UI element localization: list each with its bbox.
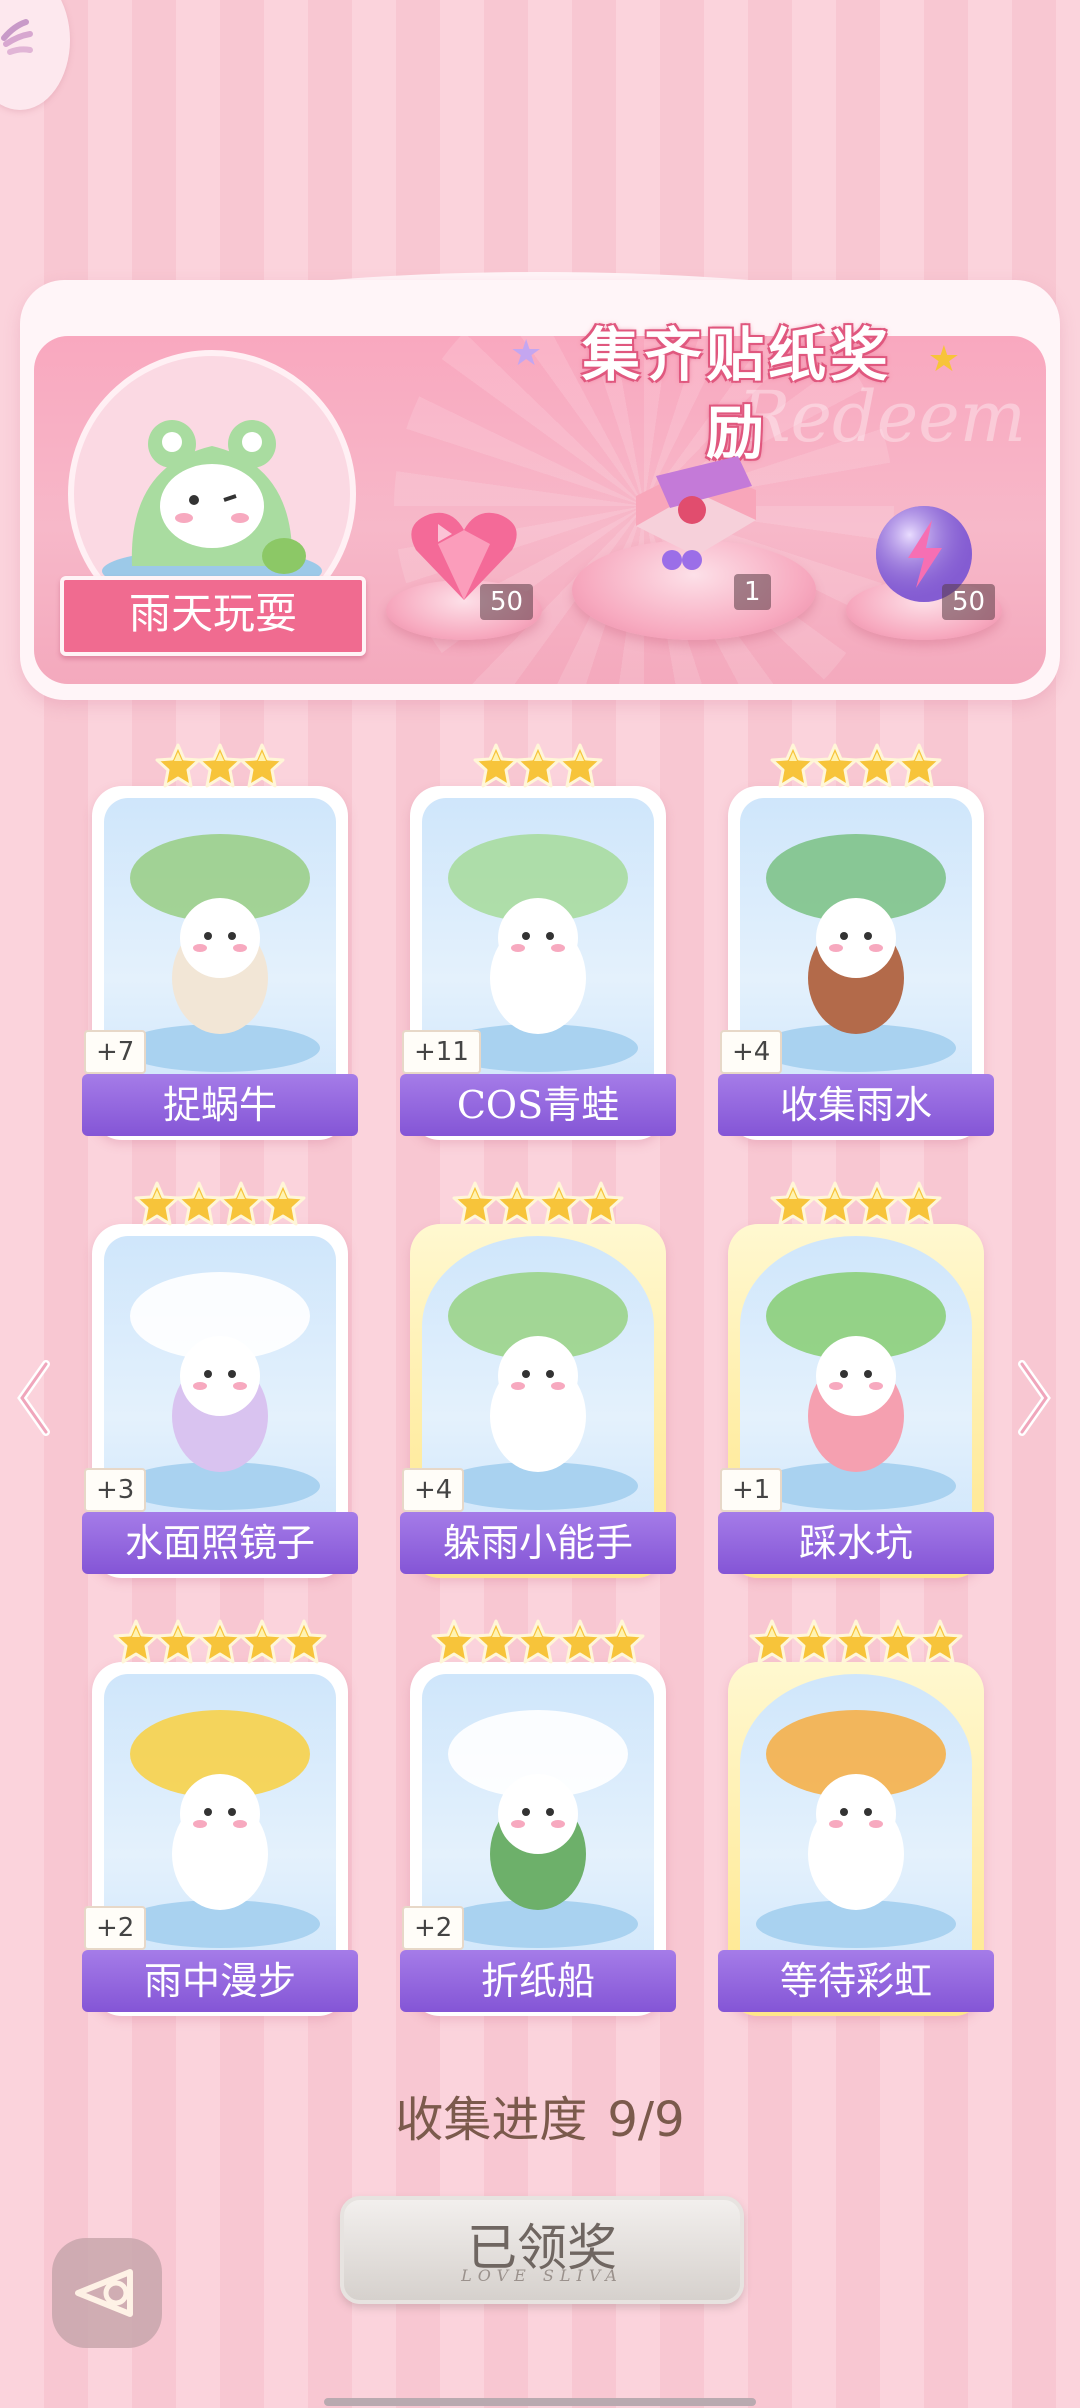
sticker-stars (728, 1180, 984, 1232)
star-icon (599, 1619, 645, 1664)
sticker-card[interactable]: +2 雨中漫步 (82, 1619, 358, 2016)
sticker-card[interactable]: +4 躲雨小能手 (400, 1181, 676, 1578)
claimed-button-subtitle: LOVE SLIVA (461, 2266, 623, 2285)
star-icon (473, 1619, 519, 1664)
star-icon (770, 1181, 816, 1226)
star-icon (494, 1181, 540, 1226)
star-icon (515, 1619, 561, 1664)
sticker-name: 水面照镜子 (82, 1512, 358, 1574)
sticker-name: 收集雨水 (718, 1074, 994, 1136)
sticker-stars (92, 1180, 348, 1232)
sticker-name: 捉蜗牛 (82, 1074, 358, 1136)
progress-value: 9/9 (607, 2092, 685, 2148)
sticker-bonus-badge: +7 (84, 1030, 147, 1074)
home-indicator (324, 2398, 756, 2406)
star-icon (896, 1181, 942, 1226)
sticker-bonus-badge: +4 (402, 1468, 465, 1512)
sticker-card[interactable]: 等待彩虹 (718, 1619, 994, 2016)
star-icon (197, 1619, 243, 1664)
album-name: 雨天玩耍 (128, 589, 297, 638)
chevron-left-icon[interactable] (14, 1358, 54, 1438)
star-icon (833, 1619, 879, 1664)
sticker-bonus-badge: +3 (84, 1468, 147, 1512)
star-icon (854, 743, 900, 788)
star-icon (452, 1181, 498, 1226)
star-icon (578, 1181, 624, 1226)
star-icon (875, 1619, 921, 1664)
sticker-card[interactable]: +11 COS青蛙 (400, 743, 676, 1140)
sticker-name: 踩水坑 (718, 1512, 994, 1574)
star-icon (155, 1619, 201, 1664)
star-icon (749, 1619, 795, 1664)
star-icon (812, 743, 858, 788)
sticker-card[interactable]: +4 收集雨水 (718, 743, 994, 1140)
reward-count: 50 (480, 584, 534, 620)
sticker-name: 等待彩虹 (718, 1950, 994, 2012)
sticker-card[interactable]: +2 折纸船 (400, 1619, 676, 2016)
star-icon (917, 1619, 963, 1664)
sticker-bonus-badge: +11 (402, 1030, 481, 1074)
sticker-stars (410, 742, 666, 794)
star-icon (134, 1181, 180, 1226)
star-icon (239, 1619, 285, 1664)
sticker-name: 折纸船 (400, 1950, 676, 2012)
collection-progress: 收集进度 9/9 (0, 2080, 1080, 2150)
sticker-stars (92, 1618, 348, 1670)
sticker-bonus-badge: +1 (720, 1468, 783, 1512)
star-sparkle-icon: ★ (927, 339, 960, 380)
back-arrow-icon (75, 2269, 133, 2317)
menu-corner-button[interactable] (0, 0, 70, 110)
star-icon (536, 1181, 582, 1226)
star-icon (260, 1181, 306, 1226)
banner-title-wrap: ★ 集齐贴纸奖励 ★ (510, 316, 960, 467)
sticker-stars (410, 1618, 666, 1670)
chevron-right-icon[interactable] (1014, 1358, 1054, 1438)
star-icon (218, 1181, 264, 1226)
star-icon (155, 743, 201, 788)
sticker-card[interactable]: +3 水面照镜子 (82, 1181, 358, 1578)
star-icon (515, 743, 561, 788)
star-icon (896, 743, 942, 788)
star-icon (770, 743, 816, 788)
star-icon (197, 743, 243, 788)
sticker-stars (728, 1618, 984, 1670)
star-icon (239, 743, 285, 788)
petal-icon (1, 19, 33, 55)
claimed-button[interactable]: 已领奖 LOVE SLIVA (340, 2196, 744, 2304)
gift-box-icon[interactable] (626, 456, 762, 576)
star-icon (557, 743, 603, 788)
banner-title: 集齐贴纸奖励 (581, 321, 892, 467)
sticker-stars (728, 742, 984, 794)
sticker-name: 雨中漫步 (82, 1950, 358, 2012)
star-icon (431, 1619, 477, 1664)
sticker-bonus-badge: +4 (720, 1030, 783, 1074)
album-name-ribbon: 雨天玩耍 (60, 576, 366, 656)
star-icon (812, 1181, 858, 1226)
sticker-card[interactable]: +7 捉蜗牛 (82, 743, 358, 1140)
star-icon (791, 1619, 837, 1664)
star-sparkle-icon: ★ (510, 333, 543, 374)
back-button[interactable] (52, 2238, 162, 2348)
sticker-stars (92, 742, 348, 794)
progress-label: 收集进度 (395, 2092, 588, 2148)
star-icon (854, 1181, 900, 1226)
sticker-bonus-badge: +2 (402, 1906, 465, 1950)
reward-count: 50 (942, 584, 996, 620)
star-icon (176, 1181, 222, 1226)
star-icon (557, 1619, 603, 1664)
star-icon (281, 1619, 327, 1664)
star-icon (113, 1619, 159, 1664)
sticker-bonus-badge: +2 (84, 1906, 147, 1950)
reward-count: 1 (734, 574, 771, 610)
sticker-name: COS青蛙 (400, 1074, 676, 1136)
sticker-name: 躲雨小能手 (400, 1512, 676, 1574)
sticker-card[interactable]: +1 踩水坑 (718, 1181, 994, 1578)
star-icon (473, 743, 519, 788)
sticker-stars (410, 1180, 666, 1232)
sticker-illustration (740, 1674, 972, 1976)
